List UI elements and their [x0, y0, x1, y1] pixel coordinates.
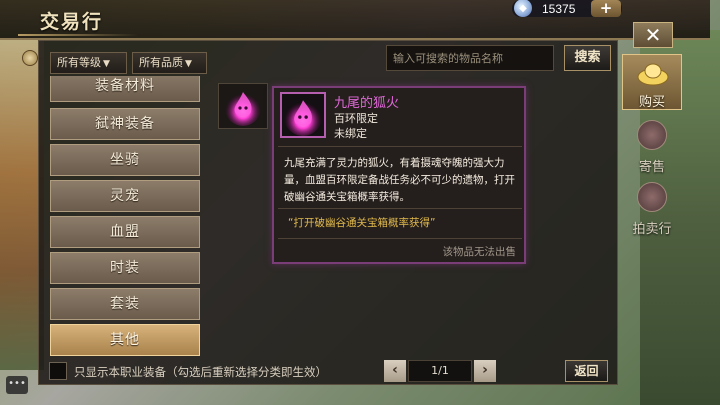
item-slot[interactable] [218, 83, 268, 129]
chat-icon[interactable]: ••• [6, 376, 28, 394]
chevron-down-icon: ▼ [185, 59, 192, 69]
item-limit: 百环限定 [334, 112, 378, 125]
next-page-button[interactable]: › [474, 360, 496, 382]
quality-filter-dropdown[interactable]: 所有品质 ▼ [132, 52, 207, 74]
consign-icon [637, 120, 667, 150]
item-bind-status: 未绑定 [334, 127, 367, 140]
category-item-guild[interactable]: 血盟 [50, 216, 200, 248]
auction-icon [637, 182, 667, 212]
tab-buy[interactable]: 购买 [622, 54, 682, 110]
item-description: 九尾充满了灵力的狐火，有着摄魂夺魄的强大力量，血盟百环限定备战任务必不可少的遗物… [284, 157, 515, 203]
tooltip-item-icon [280, 92, 326, 138]
tab-auction-label: 拍卖行 [632, 222, 672, 237]
tooltip-divider [278, 146, 522, 147]
level-filter-label: 所有等级 [57, 56, 101, 69]
prev-page-button[interactable]: ‹ [384, 360, 406, 382]
category-item-mount[interactable]: 坐骑 [50, 144, 200, 176]
bell-ornament-icon [22, 50, 38, 66]
category-item-equipment-material[interactable]: 装备材料 [50, 76, 200, 102]
unsellable-note: 该物品无法出售 [442, 246, 517, 258]
tab-consign-label: 寄售 [638, 160, 665, 175]
tab-consign[interactable]: 寄售 [622, 120, 682, 175]
category-item-fashion[interactable]: 时装 [50, 252, 200, 284]
page-indicator: 1/1 [408, 360, 472, 382]
class-only-label: 只显示本职业装备（勾选后重新选择分类即生效） [74, 365, 327, 379]
close-button[interactable]: ✕ [633, 22, 673, 48]
level-filter-dropdown[interactable]: 所有等级 ▼ [50, 52, 127, 74]
category-list: 装备材料 弑神装备 坐骑 灵宠 血盟 时装 套装 其他 [50, 76, 200, 358]
fox-fire-icon [223, 86, 263, 126]
chevron-down-icon: ▼ [103, 59, 110, 69]
currency-amount: 15375 [542, 1, 576, 16]
diamond-icon: ◆ [514, 0, 532, 17]
tab-auction[interactable]: 拍卖行 [622, 182, 682, 237]
add-currency-button[interactable]: + [591, 0, 621, 17]
title-ornament [18, 34, 138, 36]
class-only-checkbox[interactable] [49, 362, 67, 380]
tooltip-divider [278, 238, 522, 239]
item-name: 九尾的狐火 [334, 96, 400, 111]
tooltip-divider [278, 208, 522, 209]
category-item-pet[interactable]: 灵宠 [50, 180, 200, 212]
tab-buy-label: 购买 [638, 95, 665, 110]
ingot-icon [637, 63, 669, 86]
item-tooltip: 九尾的狐火 百环限定 未绑定 九尾充满了灵力的狐火，有着摄魂夺魄的强大力量，血盟… [272, 86, 526, 264]
item-source: “打开破幽谷通关宝箱概率获得” [288, 217, 436, 229]
quality-filter-label: 所有品质 [139, 56, 183, 69]
search-input[interactable] [386, 45, 554, 71]
back-button[interactable]: 返回 [565, 360, 608, 382]
search-button[interactable]: 搜索 [564, 45, 611, 71]
category-item-godslayer-equipment[interactable]: 弑神装备 [50, 108, 200, 140]
category-item-other[interactable]: 其他 [50, 324, 200, 356]
category-item-set[interactable]: 套装 [50, 288, 200, 320]
page-title: 交易行 [40, 11, 104, 33]
